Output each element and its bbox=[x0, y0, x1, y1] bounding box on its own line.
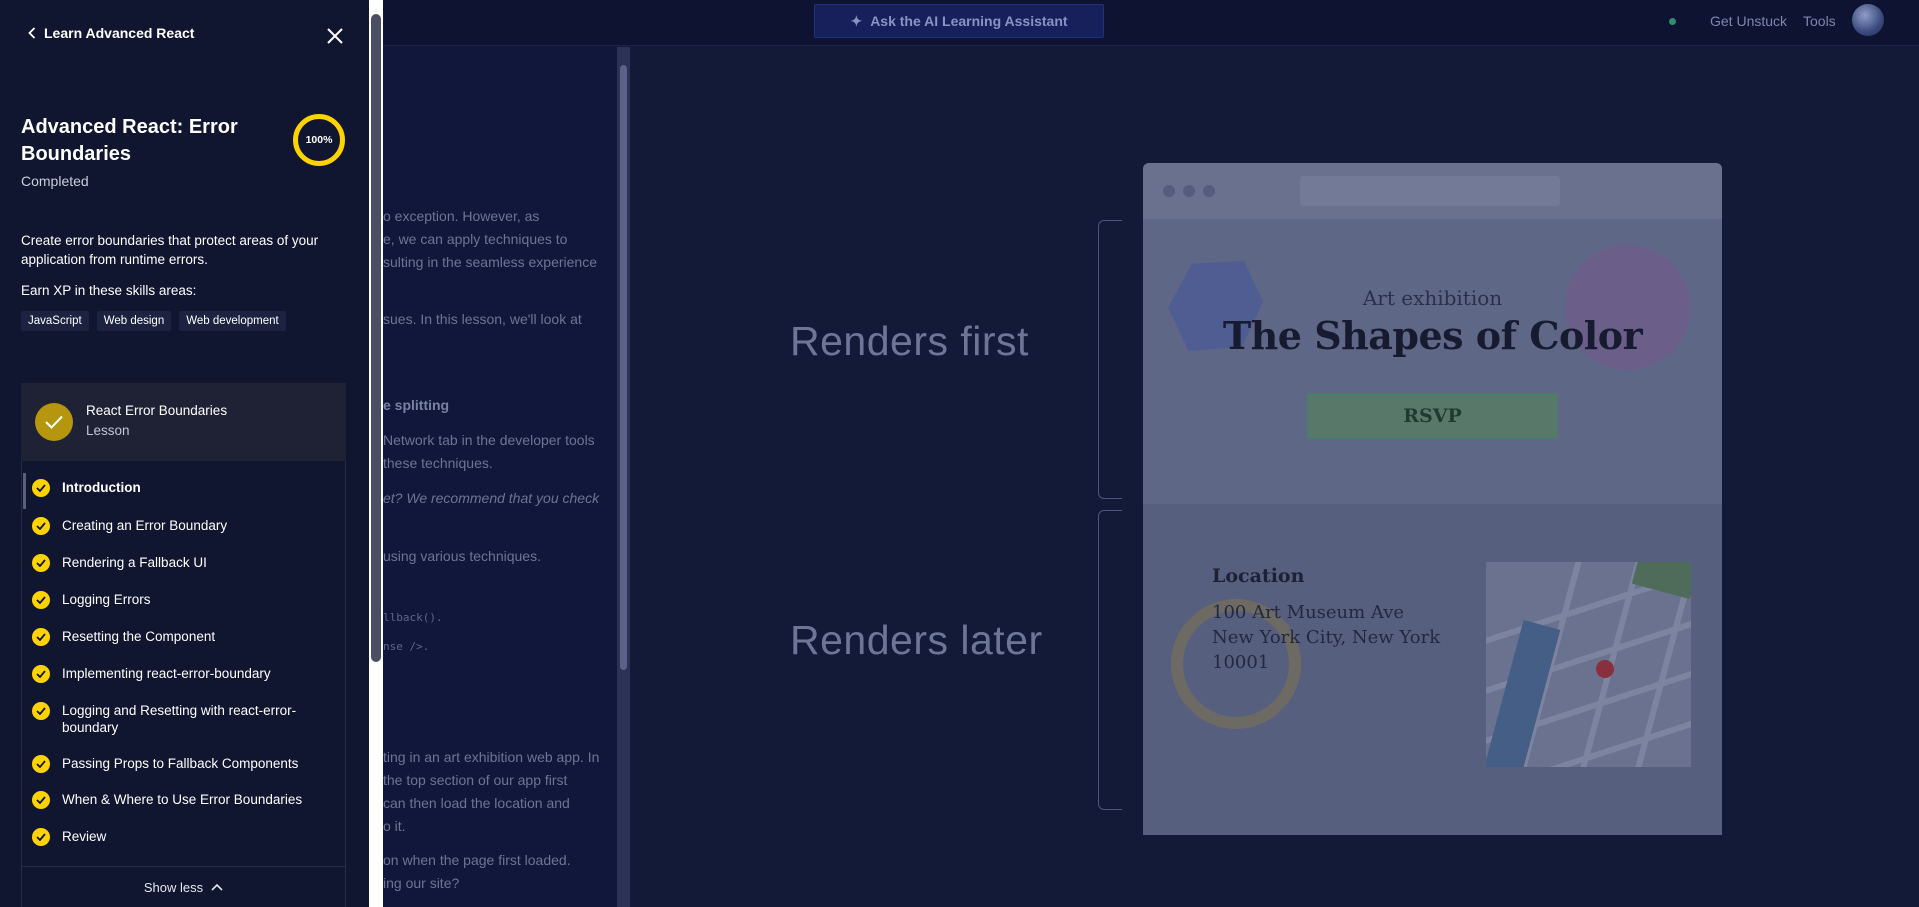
art-subtitle: Art exhibition bbox=[1362, 286, 1503, 310]
step-implementing-react-error-boundary[interactable]: Implementing react-error-boundary bbox=[32, 665, 317, 683]
course-description: Create error boundaries that protect are… bbox=[21, 233, 319, 267]
close-button[interactable] bbox=[323, 24, 347, 48]
url-bar bbox=[1300, 176, 1560, 206]
check-circle-icon bbox=[32, 517, 50, 535]
lesson-text: sues. In this lesson, we'll look at bbox=[383, 311, 582, 327]
check-circle-icon bbox=[32, 702, 50, 720]
get-unstuck-link[interactable]: Get Unstuck bbox=[1710, 13, 1787, 29]
check-circle-icon bbox=[32, 591, 50, 609]
bracket-later bbox=[1098, 510, 1122, 810]
status-indicator bbox=[1669, 18, 1676, 25]
check-circle-icon bbox=[32, 665, 50, 683]
close-icon bbox=[327, 28, 343, 44]
skill-tag: JavaScript bbox=[21, 311, 89, 331]
step-label: Creating an Error Boundary bbox=[62, 518, 228, 533]
progress-value: 100% bbox=[305, 134, 333, 146]
ai-assistant-button[interactable]: ✦ Ask the AI Learning Assistant bbox=[814, 4, 1104, 38]
tools-link[interactable]: Tools bbox=[1803, 13, 1836, 29]
step-logging-errors[interactable]: Logging Errors bbox=[32, 591, 317, 609]
step-label: Review bbox=[62, 829, 107, 844]
current-step-indicator bbox=[23, 473, 26, 509]
step-rendering-fallback-ui[interactable]: Rendering a Fallback UI bbox=[32, 554, 317, 572]
location-address: 100 Art Museum Ave New York City, New Yo… bbox=[1212, 602, 1441, 673]
step-resetting-component[interactable]: Resetting the Component bbox=[32, 628, 317, 646]
location-section: Location 100 Art Museum Ave New York Cit… bbox=[1143, 504, 1722, 835]
lesson-text: can then load the location and bbox=[383, 795, 570, 811]
hero-section: Art exhibition The Shapes of Color RSVP bbox=[1143, 219, 1722, 504]
check-circle-icon bbox=[32, 479, 50, 497]
lesson-text: et? We recommend that you check bbox=[383, 490, 600, 506]
skill-tags: JavaScript Web design Web development bbox=[21, 311, 286, 331]
step-label: Logging and Resetting with react-error-b… bbox=[62, 703, 297, 735]
lesson-text: the top section of our app first bbox=[383, 772, 568, 788]
lesson-text: ting in an art exhibition web app. In bbox=[383, 749, 600, 765]
lesson-complete-icon bbox=[35, 403, 73, 441]
check-circle-icon bbox=[32, 554, 50, 572]
avatar[interactable] bbox=[1852, 4, 1884, 36]
skill-tag: Web design bbox=[96, 311, 172, 331]
step-label: When & Where to Use Error Boundaries bbox=[62, 792, 303, 807]
lesson-text: e, we can apply techniques to bbox=[383, 231, 568, 247]
step-label: Resetting the Component bbox=[62, 629, 216, 644]
progress-ring: 100% bbox=[293, 114, 345, 166]
step-label: Introduction bbox=[62, 480, 141, 495]
lesson-text: o it. bbox=[383, 818, 406, 834]
check-circle-icon bbox=[32, 628, 50, 646]
check-circle-icon bbox=[32, 755, 50, 773]
step-label: Passing Props to Fallback Components bbox=[62, 756, 299, 771]
sparkle-icon: ✦ bbox=[850, 12, 863, 29]
lesson-scrollbar[interactable] bbox=[617, 47, 630, 907]
lesson-type: Lesson bbox=[86, 423, 130, 438]
browser-toolbar bbox=[1143, 163, 1722, 219]
renders-later-label: Renders later bbox=[790, 617, 1043, 663]
step-logging-and-resetting[interactable]: Logging and Resetting with react-error-b… bbox=[32, 702, 317, 736]
step-introduction[interactable]: Introduction bbox=[32, 479, 317, 497]
sidebar-scrollbar[interactable] bbox=[371, 14, 381, 662]
step-label: Rendering a Fallback UI bbox=[62, 555, 207, 570]
chevron-up-icon bbox=[211, 883, 223, 891]
lesson-name: React Error Boundaries bbox=[86, 403, 228, 418]
lesson-text: these techniques. bbox=[383, 455, 493, 471]
lesson-text: ing our site? bbox=[383, 875, 460, 891]
art-title: The Shapes of Color bbox=[1222, 313, 1643, 358]
code-snippet: nse />. bbox=[383, 640, 430, 653]
location-title: Location bbox=[1212, 565, 1305, 587]
map-image bbox=[1486, 562, 1691, 767]
check-circle-icon bbox=[32, 791, 50, 809]
lesson-text: Network tab in the developer tools bbox=[383, 432, 595, 448]
renders-first-label: Renders first bbox=[790, 318, 1029, 364]
rsvp-button: RSVP bbox=[1307, 393, 1558, 439]
xp-label: Earn XP in these skills areas: bbox=[21, 283, 197, 298]
course-title: Advanced React: Error Boundaries bbox=[21, 116, 238, 165]
back-to-course-link[interactable]: Learn Advanced React bbox=[28, 25, 194, 41]
chevron-left-icon bbox=[28, 27, 36, 39]
step-review[interactable]: Review bbox=[32, 828, 317, 846]
step-when-where[interactable]: When & Where to Use Error Boundaries bbox=[32, 791, 317, 809]
step-label: Implementing react-error-boundary bbox=[62, 666, 271, 681]
check-circle-icon bbox=[32, 828, 50, 846]
bracket-first bbox=[1098, 220, 1122, 499]
lesson-text: sulting in the seamless experience bbox=[383, 254, 598, 270]
step-creating-error-boundary[interactable]: Creating an Error Boundary bbox=[32, 517, 317, 535]
step-passing-props[interactable]: Passing Props to Fallback Components bbox=[32, 755, 317, 773]
lesson-text: on when the page first loaded. bbox=[383, 852, 571, 868]
lesson-heading: e splitting bbox=[383, 397, 450, 413]
skill-tag: Web development bbox=[179, 311, 286, 331]
lesson-card[interactable]: React Error Boundaries Lesson bbox=[21, 383, 346, 461]
map-pin-icon bbox=[1596, 660, 1614, 678]
lesson-text: using various techniques. bbox=[383, 548, 541, 564]
browser-mockup: Art exhibition The Shapes of Color RSVP … bbox=[1143, 163, 1722, 835]
code-snippet: llback(). bbox=[383, 611, 443, 624]
course-status: Completed bbox=[21, 173, 89, 189]
lesson-text: o exception. However, as bbox=[383, 208, 540, 224]
course-sidebar: Learn Advanced React Advanced React: Err… bbox=[0, 0, 369, 907]
step-label: Logging Errors bbox=[62, 592, 151, 607]
show-less-button[interactable]: Show less bbox=[21, 866, 346, 907]
